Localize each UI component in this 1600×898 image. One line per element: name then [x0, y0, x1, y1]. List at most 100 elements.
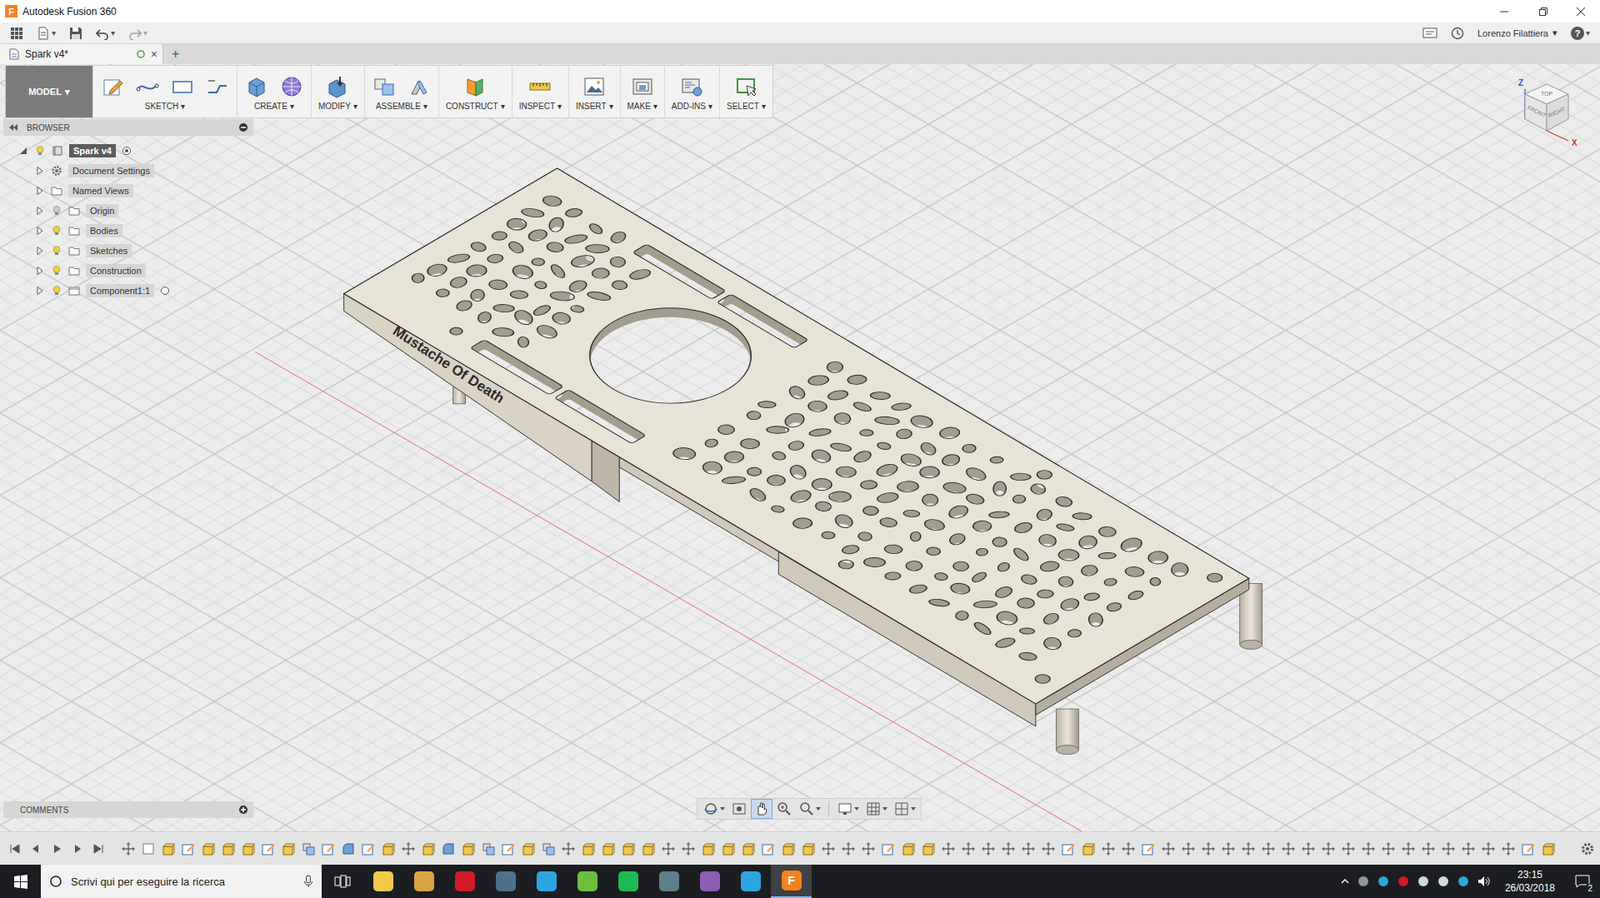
restore-icon[interactable]: [1537, 6, 1548, 17]
taskbar-app[interactable]: F: [770, 865, 812, 898]
move-feature-icon[interactable]: [1040, 841, 1056, 857]
print-icon[interactable]: [630, 74, 655, 100]
app-icon[interactable]: [618, 871, 639, 892]
undo-icon[interactable]: [95, 26, 110, 40]
move-feature-icon[interactable]: [1180, 841, 1196, 857]
onedrive-tray-icon[interactable]: [1436, 875, 1450, 889]
extrude-feature-icon[interactable]: [780, 841, 796, 857]
move-feature-icon[interactable]: [660, 841, 676, 857]
playback-button[interactable]: [90, 843, 106, 855]
move-feature-icon[interactable]: [120, 841, 136, 857]
browser-item[interactable]: Origin: [3, 200, 254, 221]
app-icon[interactable]: F: [781, 870, 802, 891]
collapse-icon[interactable]: [8, 123, 19, 132]
go-end-icon[interactable]: [92, 843, 105, 855]
move-feature-icon[interactable]: [1260, 841, 1276, 857]
move-feature-icon[interactable]: [1400, 841, 1416, 857]
scripts-icon[interactable]: [679, 74, 705, 100]
close-icon[interactable]: [1575, 6, 1586, 17]
joint-icon[interactable]: [406, 74, 432, 100]
extrude-feature-icon[interactable]: [1540, 841, 1556, 857]
extrude-feature-icon[interactable]: [900, 841, 916, 857]
telegram-tray-icon[interactable]: [1376, 875, 1390, 889]
taskbar-app[interactable]: [485, 865, 526, 898]
taskbar-app[interactable]: [444, 865, 485, 898]
move-feature-icon[interactable]: [860, 841, 876, 857]
form-icon[interactable]: [279, 74, 305, 100]
create-sketch-icon[interactable]: [100, 74, 125, 100]
browser-item[interactable]: Named Views: [3, 180, 254, 201]
extrude-feature-icon[interactable]: [200, 841, 216, 857]
toolbar-group[interactable]: SELECT▾: [719, 65, 773, 118]
sketch-feature-icon[interactable]: [360, 841, 376, 857]
toolbar-group[interactable]: CONSTRUCT▾: [438, 65, 512, 118]
move-feature-icon[interactable]: [400, 841, 416, 857]
search-input[interactable]: [69, 875, 297, 890]
nav-button[interactable]: [751, 800, 772, 819]
move-feature-icon[interactable]: [1380, 841, 1396, 857]
nav-button[interactable]: [700, 800, 727, 819]
sketch-feature-icon[interactable]: [1520, 841, 1536, 857]
caret-icon[interactable]: [882, 806, 888, 812]
taskbar-app[interactable]: [689, 865, 730, 898]
extrude-feature-icon[interactable]: [520, 841, 536, 857]
extrude-feature-icon[interactable]: [620, 841, 636, 857]
tray-app-icon[interactable]: [1456, 875, 1470, 889]
app-icon[interactable]: [577, 871, 598, 892]
window-control[interactable]: [1485, 0, 1524, 23]
move-feature-icon[interactable]: [1000, 841, 1016, 857]
fillet-feature-icon[interactable]: [440, 841, 456, 857]
comments-panel[interactable]: COMMENTS: [3, 801, 254, 819]
toolbar-group[interactable]: SKETCH▾: [92, 65, 237, 118]
component-feature-icon[interactable]: [300, 841, 316, 857]
task-view-button[interactable]: [321, 865, 363, 898]
move-feature-icon[interactable]: [1440, 841, 1456, 857]
extrude-feature-icon[interactable]: [600, 841, 616, 857]
move-feature-icon[interactable]: [840, 841, 856, 857]
task-view-icon[interactable]: [334, 875, 351, 889]
extrude-feature-icon[interactable]: [920, 841, 936, 857]
sketch-feature-icon[interactable]: [500, 841, 516, 857]
job-status-icon[interactable]: [1422, 26, 1438, 40]
app-icon[interactable]: [659, 871, 680, 892]
new-tab-button[interactable]: +: [163, 44, 188, 65]
app-icon[interactable]: [700, 871, 720, 892]
window-control[interactable]: [1561, 0, 1600, 23]
move-feature-icon[interactable]: [960, 841, 976, 857]
line-icon[interactable]: [135, 74, 160, 100]
lightbulb-icon[interactable]: [50, 265, 63, 277]
zoom-fit-icon[interactable]: [798, 800, 815, 818]
extrude-feature-icon[interactable]: [460, 841, 476, 857]
lightbulb-icon[interactable]: [50, 205, 63, 217]
extrude-feature-icon[interactable]: [420, 841, 436, 857]
job-status-button[interactable]: [1417, 23, 1443, 44]
timeline-settings-gear-icon[interactable]: [1580, 841, 1595, 857]
expand-icon[interactable]: [35, 165, 45, 176]
viewports-icon[interactable]: [893, 800, 910, 818]
browser-item[interactable]: Sketches: [3, 240, 254, 261]
move-feature-icon[interactable]: [1360, 841, 1376, 857]
help-button[interactable]: ?▾: [1565, 23, 1595, 44]
app-icon[interactable]: [373, 871, 394, 892]
orbit-icon[interactable]: [702, 800, 720, 818]
tab-close[interactable]: ×: [150, 47, 158, 61]
clock[interactable]: 23:1526/03/2018: [1498, 868, 1562, 895]
caret-icon[interactable]: [910, 806, 916, 812]
extrude-feature-icon[interactable]: [380, 841, 396, 857]
add-comment-icon[interactable]: [238, 805, 249, 815]
move-feature-icon[interactable]: [980, 841, 996, 857]
extrude-feature-icon[interactable]: [800, 841, 816, 857]
expand-icon[interactable]: [35, 185, 45, 196]
press-pull-icon[interactable]: [325, 74, 350, 100]
grid-icon[interactable]: [10, 26, 24, 40]
expand-icon[interactable]: [35, 245, 45, 256]
extrude-feature-icon[interactable]: [720, 841, 736, 857]
toolbar-group[interactable]: CREATE▾: [236, 65, 311, 118]
fillet-feature-icon[interactable]: [340, 841, 356, 857]
nav-button[interactable]: [835, 800, 861, 819]
expand-icon[interactable]: [35, 265, 45, 276]
toolbar-group[interactable]: ADD-INS▾: [664, 65, 720, 118]
nav-button[interactable]: [729, 800, 750, 819]
move-feature-icon[interactable]: [1420, 841, 1436, 857]
activate-radio-icon[interactable]: [121, 145, 132, 156]
